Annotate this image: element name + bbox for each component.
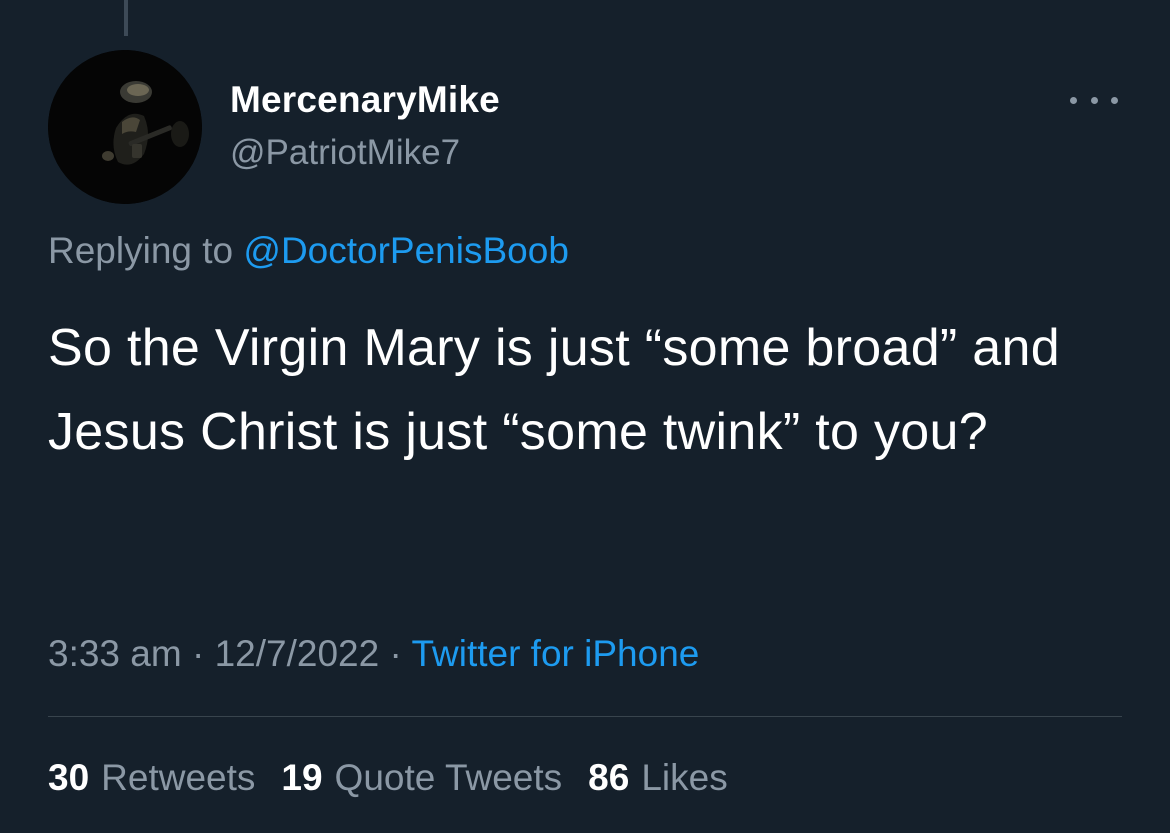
likes-label: Likes: [641, 757, 728, 798]
quote-tweets-count: 19: [281, 757, 323, 798]
more-dot: [1090, 96, 1098, 104]
replying-to-mention[interactable]: @DoctorPenisBoob: [243, 230, 569, 271]
quote-tweets-stat[interactable]: 19 Quote Tweets: [281, 752, 562, 804]
tweet-time[interactable]: 3:33 am: [48, 633, 182, 674]
retweets-count: 30: [48, 757, 90, 798]
tweet-date[interactable]: 12/7/2022: [215, 633, 380, 674]
tweet-source-link[interactable]: Twitter for iPhone: [411, 633, 699, 674]
tweet-meta: 3:33 am · 12/7/2022 · Twitter for iPhone: [48, 628, 699, 680]
author-display-name[interactable]: MercenaryMike: [230, 76, 500, 124]
replying-to-label: Replying to: [48, 230, 234, 271]
author-block[interactable]: MercenaryMike @PatriotMike7: [230, 76, 500, 176]
divider: [48, 716, 1122, 717]
replying-to-line: Replying to @DoctorPenisBoob: [48, 226, 569, 276]
tweet-stats: 30 Retweets 19 Quote Tweets 86 Likes: [48, 752, 754, 804]
tweet-text: So the Virgin Mary is just “some broad” …: [48, 319, 1060, 461]
tweet-detail-page: MercenaryMike @PatriotMike7 Replying to …: [0, 0, 1170, 833]
retweets-stat[interactable]: 30 Retweets: [48, 752, 255, 804]
author-handle[interactable]: @PatriotMike7: [230, 130, 500, 176]
more-dot: [1070, 96, 1077, 104]
avatar-image: [48, 50, 202, 204]
likes-count: 86: [588, 757, 630, 798]
more-horizontal-icon[interactable]: [1070, 88, 1118, 112]
meta-separator: ·: [191, 633, 205, 674]
quote-tweets-label: Quote Tweets: [334, 757, 563, 798]
meta-separator: ·: [389, 633, 402, 674]
thread-connector-line: [124, 0, 128, 36]
more-dot: [1111, 96, 1118, 104]
avatar[interactable]: [48, 50, 202, 204]
likes-stat[interactable]: 86 Likes: [588, 752, 728, 804]
retweets-label: Retweets: [101, 757, 256, 798]
